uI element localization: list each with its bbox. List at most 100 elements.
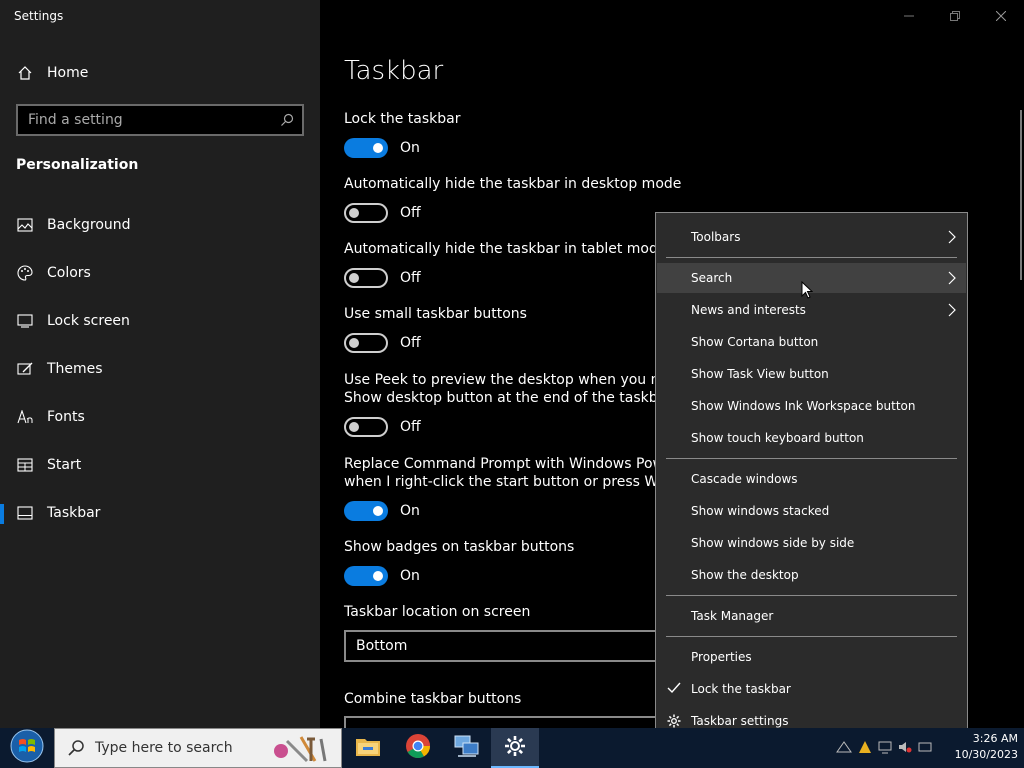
sidebar-item-home[interactable]: Home: [0, 53, 320, 93]
app-title: Settings: [14, 9, 64, 23]
start-button[interactable]: [0, 728, 54, 768]
menu-item-label: Show Windows Ink Workspace button: [691, 399, 916, 413]
menu-item-cascade-windows[interactable]: Cascade windows: [657, 464, 966, 494]
taskbar-search-box[interactable]: Type here to search: [54, 728, 342, 768]
search-icon: [67, 739, 85, 757]
menu-separator: [666, 595, 957, 596]
menu-item-toolbars[interactable]: Toolbars: [657, 222, 966, 252]
scrollbar[interactable]: [1020, 110, 1022, 280]
sidebar-item-fonts[interactable]: Fonts: [0, 397, 320, 437]
toggle-state: On: [400, 503, 420, 519]
setting-label: Automatically hide the taskbar in deskto…: [344, 176, 682, 192]
menu-item-label: Show Task View button: [691, 367, 829, 381]
powershell-toggle[interactable]: [344, 501, 388, 521]
tray-network-icon[interactable]: [836, 739, 852, 758]
network-app-button[interactable]: [443, 728, 491, 768]
sidebar-item-themes[interactable]: Themes: [0, 349, 320, 389]
sidebar-item-colors[interactable]: Colors: [0, 253, 320, 293]
tray-display-icon[interactable]: [878, 739, 892, 758]
windows-start-orb-icon: [10, 729, 44, 767]
sidebar-item-label: Start: [47, 457, 82, 473]
menu-item-label: Show Cortana button: [691, 335, 819, 349]
sidebar-item-taskbar[interactable]: Taskbar: [0, 493, 320, 533]
network-app-icon: [454, 734, 480, 762]
menu-item-show-touch-keyboard[interactable]: Show touch keyboard button: [657, 423, 966, 453]
palette-icon: [15, 263, 35, 283]
close-icon[interactable]: [978, 0, 1024, 32]
settings-app-icon: [504, 735, 526, 761]
menu-item-label: Show windows side by side: [691, 536, 855, 550]
toggle-state: Off: [400, 419, 421, 435]
small-buttons-toggle[interactable]: [344, 333, 388, 353]
home-icon: [15, 63, 35, 83]
menu-item-label: Cascade windows: [691, 472, 798, 486]
badges-toggle[interactable]: [344, 566, 388, 586]
tray-warning-icon[interactable]: [858, 739, 872, 758]
tray-volume-icon[interactable]: [898, 739, 912, 758]
menu-item-label: News and interests: [691, 303, 806, 317]
autohide-desktop-toggle[interactable]: [344, 203, 388, 223]
chrome-button[interactable]: [394, 728, 442, 768]
menu-item-label: Task Manager: [691, 609, 774, 623]
menu-item-show-stacked[interactable]: Show windows stacked: [657, 496, 966, 526]
minimize-icon[interactable]: [886, 0, 932, 32]
taskbar-clock[interactable]: 3:26 AM 10/30/2023: [955, 731, 1018, 763]
tray-keyboard-icon[interactable]: [918, 739, 932, 758]
toggle-knob: [349, 208, 359, 218]
sidebar: Settings Home Personalization Background…: [0, 0, 320, 728]
menu-item-show-side-by-side[interactable]: Show windows side by side: [657, 528, 966, 558]
menu-item-properties[interactable]: Properties: [657, 642, 966, 672]
font-icon: [15, 407, 35, 427]
setting-label: Show badges on taskbar buttons: [344, 539, 575, 555]
autohide-tablet-toggle[interactable]: [344, 268, 388, 288]
menu-separator: [666, 636, 957, 637]
find-setting-search[interactable]: [16, 104, 304, 136]
clock-date: 10/30/2023: [954, 748, 1018, 761]
setting-label: Lock the taskbar: [344, 111, 461, 127]
mouse-cursor-icon: [801, 280, 814, 303]
file-explorer-icon: [355, 735, 381, 761]
menu-item-task-manager[interactable]: Task Manager: [657, 601, 966, 631]
sidebar-home-label: Home: [47, 65, 89, 81]
menu-item-lock-taskbar[interactable]: Lock the taskbar: [657, 674, 966, 704]
image-icon: [15, 215, 35, 235]
clock-time: 3:26 AM: [972, 732, 1018, 745]
restore-icon[interactable]: [932, 0, 978, 32]
sidebar-item-label: Taskbar: [47, 505, 101, 521]
sidebar-item-label: Themes: [47, 361, 103, 377]
search-icon[interactable]: [272, 113, 302, 127]
system-tray: [836, 728, 932, 768]
brush-icon: [15, 359, 35, 379]
menu-item-label: Show touch keyboard button: [691, 431, 864, 445]
search-highlight-tools-icon: [267, 733, 335, 768]
setting-label: Use small taskbar buttons: [344, 306, 527, 322]
peek-toggle[interactable]: [344, 417, 388, 437]
menu-item-label: Taskbar settings: [691, 714, 789, 728]
chrome-icon: [405, 733, 431, 763]
combine-label: Combine taskbar buttons: [344, 691, 522, 707]
sidebar-item-background[interactable]: Background: [0, 205, 320, 245]
sidebar-item-lock-screen[interactable]: Lock screen: [0, 301, 320, 341]
taskbar-search-placeholder: Type here to search: [95, 740, 233, 756]
find-setting-input[interactable]: [18, 112, 272, 128]
grid-icon: [15, 455, 35, 475]
toggle-knob: [373, 571, 383, 581]
lock-taskbar-toggle[interactable]: [344, 138, 388, 158]
sidebar-item-label: Lock screen: [47, 313, 130, 329]
toggle-knob: [373, 143, 383, 153]
menu-item-show-task-view[interactable]: Show Task View button: [657, 359, 966, 389]
setting-label: Use Peek to preview the desktop when you…: [344, 372, 703, 388]
toggle-state: On: [400, 568, 420, 584]
setting-label-line2: when I right-click the start button or p…: [344, 474, 700, 490]
toggle-state: Off: [400, 335, 421, 351]
file-explorer-button[interactable]: [344, 728, 392, 768]
menu-item-show-cortana[interactable]: Show Cortana button: [657, 327, 966, 357]
page-title: Taskbar: [344, 56, 444, 86]
menu-item-show-desktop[interactable]: Show the desktop: [657, 560, 966, 590]
toggle-state: On: [400, 140, 420, 156]
sidebar-item-start[interactable]: Start: [0, 445, 320, 485]
menu-item-show-ink-workspace[interactable]: Show Windows Ink Workspace button: [657, 391, 966, 421]
toggle-knob: [373, 506, 383, 516]
taskbar: Type here to search 3:26 AM 10/30/2023: [0, 728, 1024, 768]
settings-app-button[interactable]: [491, 728, 539, 768]
